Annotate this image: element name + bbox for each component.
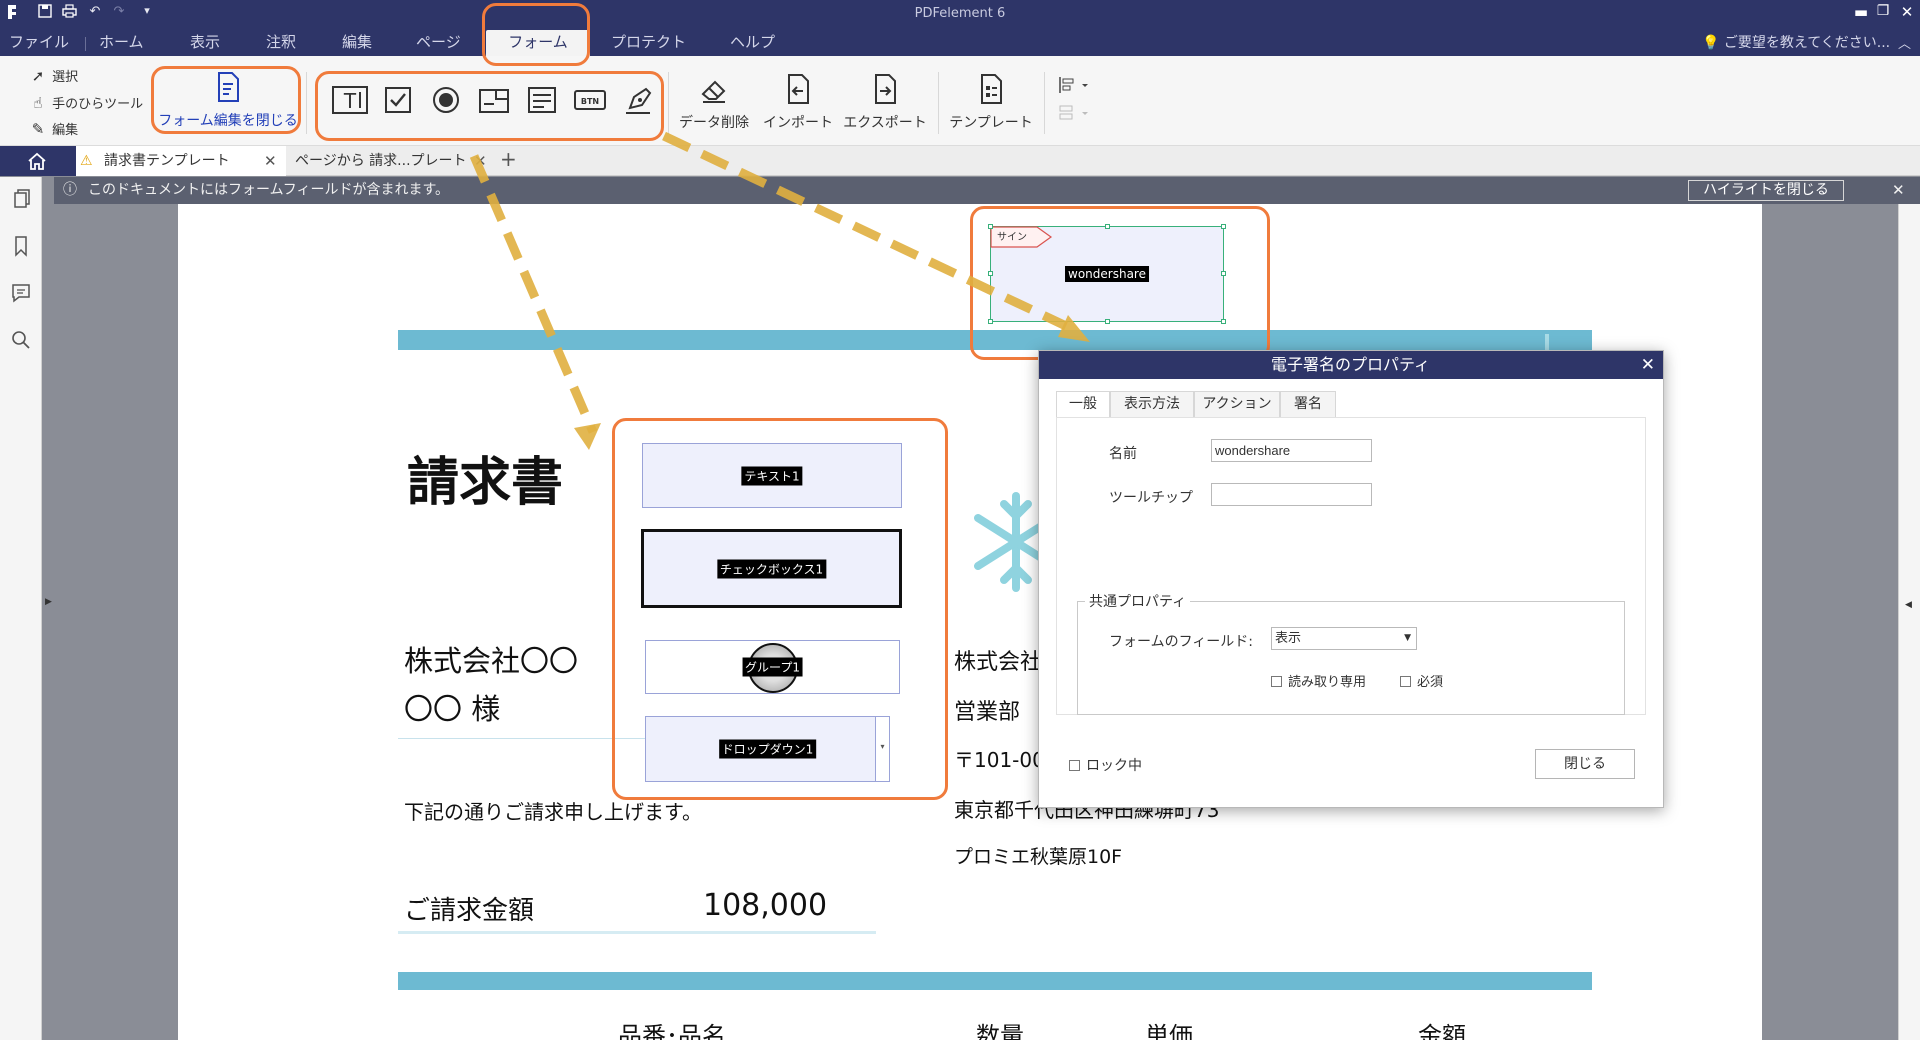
visibility-label: フォームのフィールド:: [1109, 634, 1254, 650]
locked-label: ロック中: [1086, 758, 1142, 774]
checkbox-icon: [1271, 676, 1282, 687]
dialog-title-bar: 電子署名のプロパティ ✕: [1039, 351, 1663, 379]
dialog-close-button[interactable]: 閉じる: [1535, 749, 1635, 779]
arrow-head: [1058, 315, 1090, 342]
name-input[interactable]: [1211, 439, 1372, 462]
required-checkbox[interactable]: 必須: [1400, 671, 1443, 690]
signature-properties-dialog: 電子署名のプロパティ ✕ 一般 表示方法 アクション 署名 名前 ツールチップ …: [1038, 350, 1664, 808]
arrow-line: [662, 131, 1068, 331]
tab-signature[interactable]: 署名: [1280, 391, 1336, 417]
tab-general[interactable]: 一般: [1056, 391, 1110, 418]
visibility-value: 表示: [1275, 631, 1302, 646]
close-icon[interactable]: ✕: [1641, 351, 1655, 379]
arrow-head: [574, 423, 601, 450]
name-label: 名前: [1109, 446, 1137, 462]
tooltip-input[interactable]: [1211, 483, 1372, 506]
common-properties-group: [1077, 601, 1625, 715]
tab-appearance[interactable]: 表示方法: [1110, 391, 1194, 417]
readonly-checkbox[interactable]: 読み取り専用: [1271, 671, 1366, 690]
tooltip-label: ツールチップ: [1109, 490, 1193, 506]
arrow-line: [469, 154, 598, 434]
tab-actions[interactable]: アクション: [1194, 391, 1280, 417]
visibility-select[interactable]: 表示 ▼: [1271, 627, 1417, 650]
chevron-down-icon: ▼: [1404, 633, 1411, 643]
checkbox-icon: [1069, 760, 1080, 771]
dialog-title: 電子署名のプロパティ: [1271, 355, 1431, 374]
locked-checkbox[interactable]: ロック中: [1069, 755, 1142, 775]
common-properties-label: 共通プロパティ: [1085, 591, 1191, 611]
required-label: 必須: [1417, 675, 1444, 690]
readonly-label: 読み取り専用: [1288, 675, 1367, 690]
checkbox-icon: [1400, 676, 1411, 687]
